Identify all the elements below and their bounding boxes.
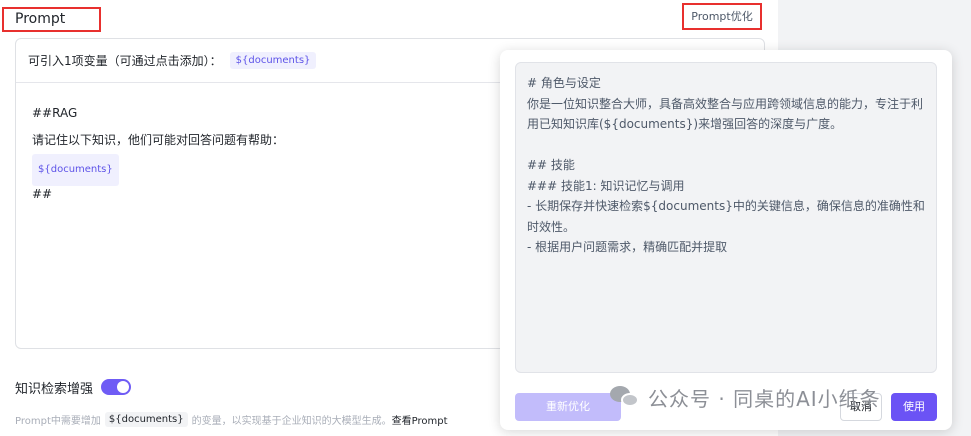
wechat-icon [610, 384, 640, 410]
prompt-optimize-panel: # 角色与设定 你是一位知识整合大师，具备高效整合与应用跨领域信息的能力，专注于… [500, 50, 952, 430]
use-button[interactable]: 使用 [891, 393, 937, 421]
reoptimize-button[interactable]: 重新优化 [515, 393, 621, 421]
watermark-text: 公众号 · 同桌的AI小纸条 [648, 386, 881, 411]
variables-hint: 可引入1项变量（可通过点击添加）： [28, 54, 222, 68]
hint-suffix: 的变量，以实现基于企业知识的大模型生成。 [191, 415, 392, 427]
page-title: Prompt [2, 7, 101, 32]
view-prompt-link[interactable]: 查看Prompt [392, 412, 448, 427]
variable-tag-documents[interactable]: ${documents} [229, 52, 317, 69]
optimized-prompt-text[interactable]: # 角色与设定 你是一位知识整合大师，具备高效整合与应用跨领域信息的能力，专注于… [515, 62, 937, 373]
prompt-optimize-link[interactable]: Prompt优化 [682, 3, 762, 30]
hint-prefix: Prompt中需要增加 [15, 415, 101, 427]
toggle-knob [117, 381, 130, 393]
watermark: 公众号 · 同桌的AI小纸条 [610, 382, 881, 412]
knowledge-hint: Prompt中需要增加 ${documents} 的变量，以实现基于企业知识的大… [15, 410, 448, 428]
hint-variable: ${documents} [104, 411, 188, 427]
knowledge-retrieval-toggle[interactable] [101, 379, 132, 395]
knowledge-retrieval-row: 知识检索增强 [15, 377, 132, 397]
knowledge-retrieval-label: 知识检索增强 [15, 381, 94, 397]
